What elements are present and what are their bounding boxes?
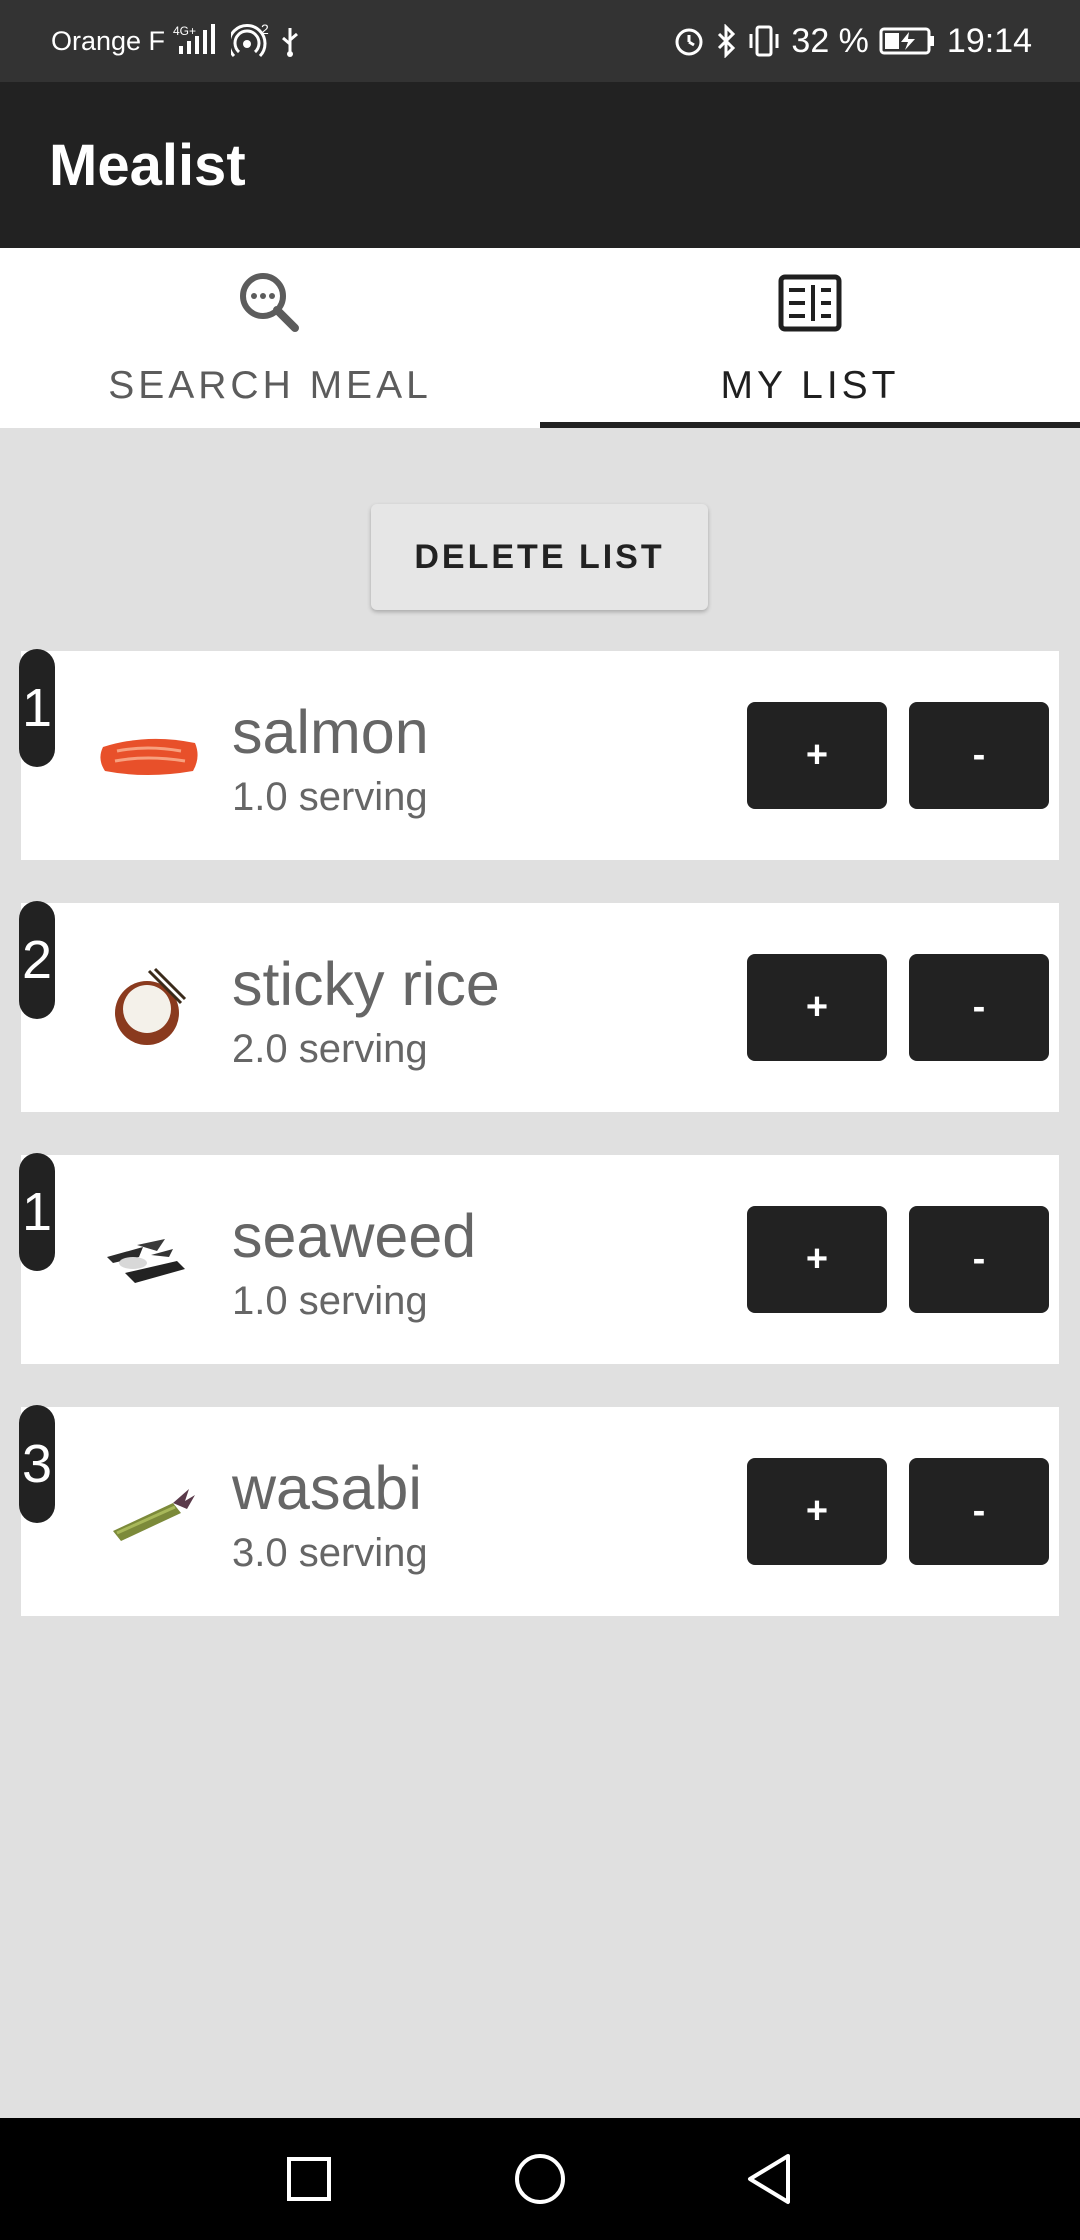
salmon-image: [77, 695, 217, 815]
hotspot-count: 2: [261, 24, 269, 37]
bluetooth-icon: [715, 24, 737, 58]
list-item: 1 seaweed 1.0 serving + -: [19, 1153, 1059, 1364]
decrease-button[interactable]: -: [909, 1458, 1049, 1565]
carrier-label: Orange F: [51, 25, 166, 56]
recents-icon[interactable]: [249, 2118, 369, 2240]
app-bar: Mealist: [0, 82, 1080, 248]
tab-my-list-label: MY LIST: [720, 364, 900, 407]
count-badge: 1: [19, 649, 55, 767]
list-icon: [540, 268, 1080, 338]
status-left: Orange F 4G+ 2: [51, 0, 301, 82]
usb-icon: [279, 24, 301, 58]
count-badge: 1: [19, 1153, 55, 1271]
back-icon[interactable]: [709, 2118, 829, 2240]
meal-name: salmon: [232, 698, 429, 766]
meal-name: wasabi: [232, 1454, 422, 1522]
decrease-button[interactable]: -: [909, 954, 1049, 1061]
increase-button[interactable]: +: [747, 702, 887, 809]
tab-bar: SEARCH MEAL MY LIST: [0, 248, 1080, 428]
sticky-rice-image: [77, 947, 217, 1067]
home-icon[interactable]: [480, 2118, 600, 2240]
app-title: Mealist: [49, 132, 246, 198]
meal-name: sticky rice: [232, 950, 500, 1018]
active-tab-indicator: [540, 422, 1080, 428]
count-badge: 2: [19, 901, 55, 1019]
battery-charging-icon: [879, 24, 937, 58]
network-label: 4G+: [173, 24, 196, 38]
decrease-button[interactable]: -: [909, 702, 1049, 809]
status-right: 32 % 19:14: [673, 0, 1032, 82]
battery-percent: 32 %: [791, 21, 869, 60]
tab-search-meal-label: SEARCH MEAL: [108, 364, 432, 407]
meal-name: seaweed: [232, 1202, 477, 1270]
clock: 19:14: [946, 21, 1032, 60]
alarm-icon: [673, 24, 705, 58]
decrease-button[interactable]: -: [909, 1206, 1049, 1313]
signal-icon: 4G+: [173, 24, 223, 58]
hotspot-icon: 2: [231, 24, 271, 58]
meal-serving: 1.0 serving: [232, 775, 428, 819]
tab-my-list[interactable]: MY LIST: [540, 248, 1080, 428]
increase-button[interactable]: +: [747, 954, 887, 1061]
increase-button[interactable]: +: [747, 1206, 887, 1313]
meal-serving: 1.0 serving: [232, 1279, 428, 1323]
increase-button[interactable]: +: [747, 1458, 887, 1565]
navigation-bar: [0, 2118, 1080, 2240]
tab-search-meal[interactable]: SEARCH MEAL: [0, 248, 540, 428]
count-badge: 3: [19, 1405, 55, 1523]
list-item: 2 sticky rice 2.0 serving + -: [19, 901, 1059, 1112]
seaweed-image: [77, 1199, 217, 1319]
list-item: 3 wasabi 3.0 serving + -: [19, 1405, 1059, 1616]
search-icon: [0, 268, 540, 338]
list-item: 1 salmon 1.0 serving + -: [19, 649, 1059, 860]
wasabi-image: [77, 1451, 217, 1571]
meal-serving: 3.0 serving: [232, 1531, 428, 1575]
vibrate-icon: [747, 24, 781, 58]
delete-list-button[interactable]: DELETE LIST: [371, 504, 708, 610]
status-bar: Orange F 4G+ 2 32 % 19:14: [0, 0, 1080, 82]
meal-serving: 2.0 serving: [232, 1027, 428, 1071]
